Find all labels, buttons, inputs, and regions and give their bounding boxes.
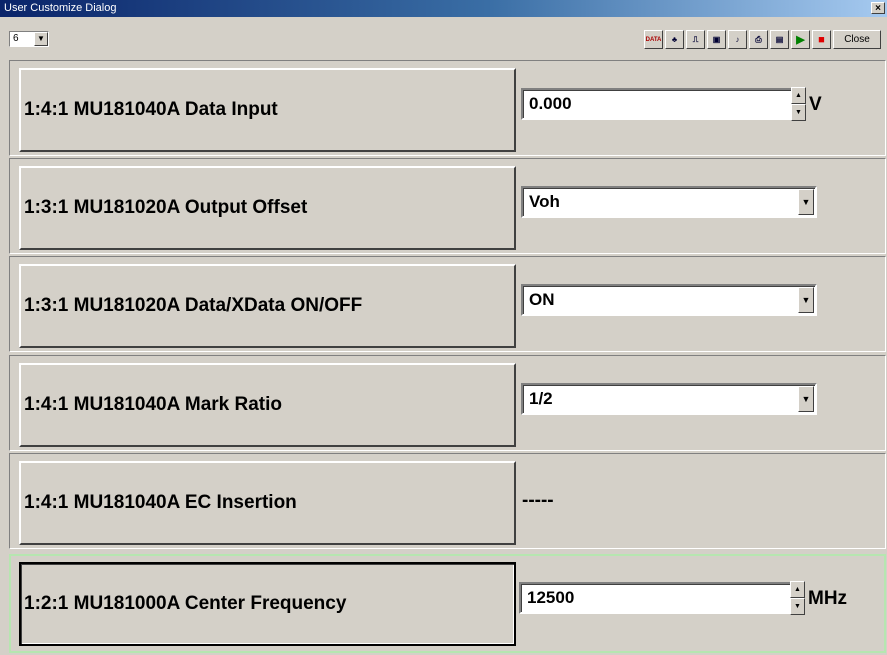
item-label: 1:2:1 MU181000A Center Frequency — [24, 593, 347, 614]
item-button-center-frequency[interactable]: 1:2:1 MU181000A Center Frequency — [19, 562, 516, 646]
stop-icon[interactable]: ■ — [812, 30, 831, 49]
spin-down-icon[interactable]: ▼ — [791, 104, 806, 121]
row-mark-ratio: 1:4:1 MU181040A Mark Ratio 1/2 ▼ — [9, 355, 886, 451]
chevron-down-icon[interactable]: ▼ — [798, 287, 814, 313]
all-icon[interactable]: ▤ — [770, 30, 789, 49]
item-label: 1:4:1 MU181040A Mark Ratio — [24, 394, 283, 415]
spin-down-icon[interactable]: ▼ — [790, 598, 805, 615]
mark-ratio-select[interactable]: 1/2 ▼ — [521, 383, 817, 415]
item-label: 1:4:1 MU181040A EC Insertion — [24, 492, 297, 513]
page-selector[interactable]: 6 ▼ — [9, 31, 49, 47]
print-icon[interactable]: ⎙ — [749, 30, 768, 49]
toolbar: 6 ▼ DATA ♣ ⎍ ▣ ♪ ⎙ ▤ ▶ ■ Close — [0, 17, 887, 53]
field-value: 12500 — [527, 588, 575, 607]
item-button-mark-ratio[interactable]: 1:4:1 MU181040A Mark Ratio — [19, 363, 516, 447]
chevron-down-icon[interactable]: ▼ — [34, 32, 48, 46]
item-label: 1:3:1 MU181020A Data/XData ON/OFF — [24, 295, 363, 316]
pulse-icon[interactable]: ⎍ — [686, 30, 705, 49]
item-button-data-xdata[interactable]: 1:3:1 MU181020A Data/XData ON/OFF — [19, 264, 516, 348]
spin-buttons: ▲ ▼ — [791, 87, 806, 121]
item-button-output-offset[interactable]: 1:3:1 MU181020A Output Offset — [19, 166, 516, 250]
chevron-down-icon[interactable]: ▼ — [798, 386, 814, 412]
data-xdata-select[interactable]: ON ▼ — [521, 284, 817, 316]
save-setup-icon[interactable]: ▣ — [707, 30, 726, 49]
item-label: 1:3:1 MU181020A Output Offset — [24, 197, 308, 218]
sound-icon[interactable]: ♪ — [728, 30, 747, 49]
row-data-xdata: 1:3:1 MU181020A Data/XData ON/OFF ON ▼ — [9, 256, 886, 352]
center-frequency-field[interactable]: 12500 — [519, 582, 798, 614]
select-value: ON — [529, 290, 555, 309]
play-icon[interactable]: ▶ — [791, 30, 810, 49]
page-selector-value: 6 — [13, 33, 19, 44]
ec-insertion-value: ----- — [522, 490, 554, 511]
item-button-data-input[interactable]: 1:4:1 MU181040A Data Input — [19, 68, 516, 152]
spin-buttons: ▲ ▼ — [790, 581, 805, 615]
select-value: 1/2 — [529, 389, 553, 408]
chevron-down-icon[interactable]: ▼ — [798, 189, 814, 215]
row-center-frequency: 1:2:1 MU181000A Center Frequency 12500 ▲… — [9, 554, 886, 653]
window-title: User Customize Dialog — [4, 2, 117, 14]
unit-label: V — [809, 94, 822, 115]
data-input-field[interactable]: 0.000 — [521, 88, 800, 120]
item-label: 1:4:1 MU181040A Data Input — [24, 99, 278, 120]
pattern-icon[interactable]: ♣ — [665, 30, 684, 49]
close-button[interactable]: Close — [833, 30, 881, 49]
row-output-offset: 1:3:1 MU181020A Output Offset Voh ▼ — [9, 158, 886, 254]
toolbar-buttons: DATA ♣ ⎍ ▣ ♪ ⎙ ▤ ▶ ■ Close — [644, 30, 881, 50]
unit-label: MHz — [808, 588, 848, 609]
select-value: Voh — [529, 192, 560, 211]
window-close-button[interactable]: × — [871, 2, 885, 14]
output-offset-select[interactable]: Voh ▼ — [521, 186, 817, 218]
row-data-input: 1:4:1 MU181040A Data Input 0.000 ▲ ▼ V — [9, 60, 886, 156]
title-bar: User Customize Dialog × — [0, 0, 887, 17]
row-ec-insertion: 1:4:1 MU181040A EC Insertion ----- — [9, 453, 886, 549]
field-value: 0.000 — [529, 94, 572, 113]
spin-up-icon[interactable]: ▲ — [790, 581, 805, 598]
item-button-ec-insertion[interactable]: 1:4:1 MU181040A EC Insertion — [19, 461, 516, 545]
spin-up-icon[interactable]: ▲ — [791, 87, 806, 104]
data-transfer-icon[interactable]: DATA — [644, 30, 663, 49]
